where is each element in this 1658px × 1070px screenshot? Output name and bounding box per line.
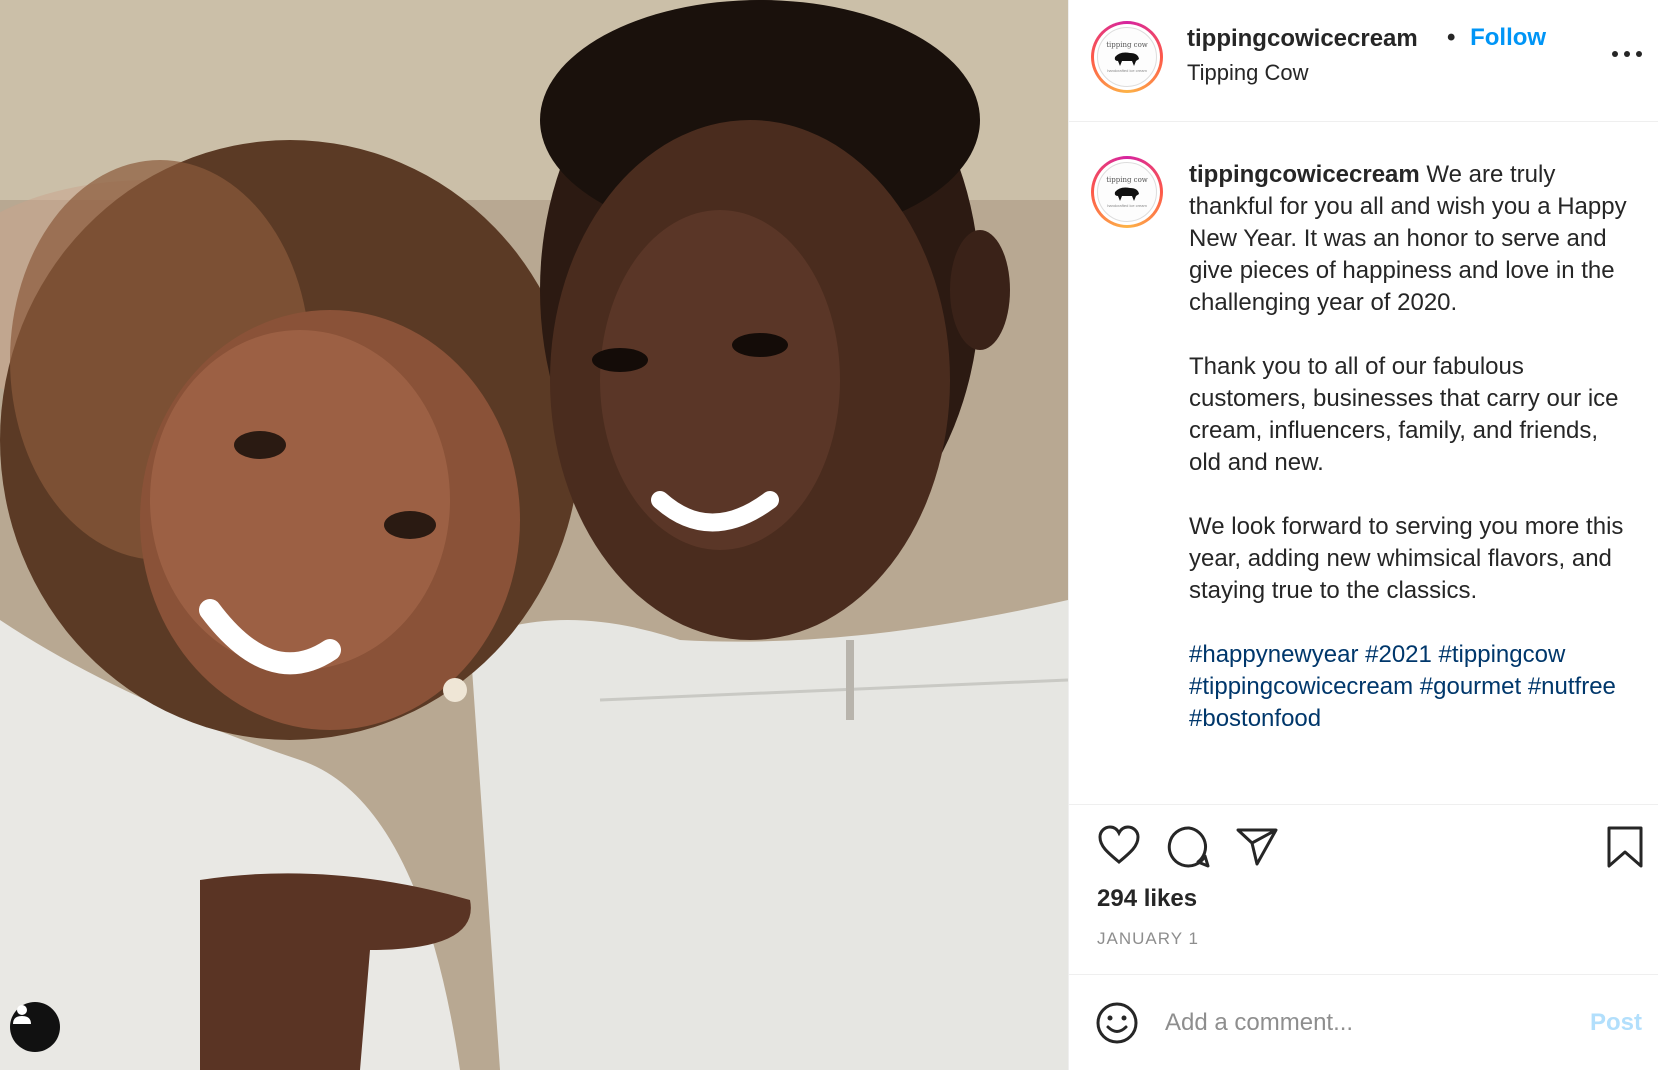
comment-icon[interactable] [1167, 825, 1211, 869]
post-side-panel: tipping cow handcrafted ice cream tippin… [1068, 0, 1658, 1070]
follow-button[interactable]: Follow [1470, 24, 1546, 51]
dot-separator: • [1447, 24, 1456, 51]
post-comment-button[interactable]: Post [1590, 1009, 1642, 1037]
caption-paragraph-3: We look forward to serving you more this… [1189, 513, 1631, 604]
cow-logo-icon [1114, 52, 1139, 66]
more-options-button[interactable] [1612, 48, 1642, 60]
caption-hashtags[interactable]: #happynewyear #2021 #tippingcow #tipping… [1189, 641, 1623, 732]
photo-illustration [0, 0, 1068, 1070]
caption-area: tipping cow handcrafted ice cream tippin… [1069, 122, 1658, 805]
follow-wrap: • Follow [1447, 24, 1546, 52]
user-icon [13, 1005, 31, 1024]
author-username[interactable]: tippingcowicecream [1187, 25, 1418, 53]
paper-plane-icon[interactable] [1235, 827, 1279, 867]
caption-paragraph-2: Thank you to all of our fabulous custome… [1189, 353, 1626, 476]
more-horizontal-icon [1612, 51, 1618, 57]
post-date[interactable]: JANUARY 1 [1097, 929, 1199, 949]
caption-avatar[interactable]: tipping cow handcrafted ice cream [1091, 156, 1163, 228]
location-link[interactable]: Tipping Cow [1187, 60, 1308, 86]
tag-people-button[interactable] [10, 1002, 60, 1052]
post-photo[interactable] [0, 0, 1068, 1070]
avatar-subtext: handcrafted ice cream [1107, 68, 1147, 73]
caption-text: tippingcowicecream We are truly thankful… [1189, 159, 1629, 735]
avatar-text: tipping cow [1106, 176, 1148, 184]
bookmark-icon[interactable] [1606, 825, 1644, 869]
avatar-text: tipping cow [1106, 41, 1148, 49]
likes-count[interactable]: 294 likes [1097, 885, 1197, 913]
heart-icon[interactable] [1097, 825, 1141, 865]
caption-username[interactable]: tippingcowicecream [1189, 161, 1420, 188]
cow-logo-icon [1114, 187, 1139, 201]
comment-input[interactable] [1165, 1003, 1555, 1043]
post-header: tipping cow handcrafted ice cream tippin… [1069, 0, 1658, 122]
avatar-subtext: handcrafted ice cream [1107, 203, 1147, 208]
smiley-icon[interactable] [1095, 1001, 1139, 1045]
author-avatar[interactable]: tipping cow handcrafted ice cream [1091, 21, 1163, 93]
instagram-post: tipping cow handcrafted ice cream tippin… [0, 0, 1658, 1070]
post-actions: 294 likes JANUARY 1 [1069, 805, 1658, 975]
comment-bar: Post [1069, 975, 1658, 1070]
